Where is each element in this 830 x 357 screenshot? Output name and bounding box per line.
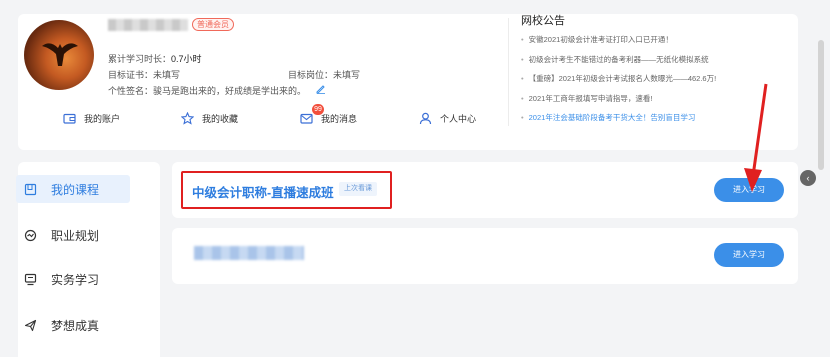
plane-icon [24,319,37,331]
monitor-icon [24,273,37,285]
scrollbar-thumb[interactable] [818,40,824,170]
last-viewed-tag: 上次看课 [339,182,377,196]
sidebar-item-label: 职业规划 [51,228,100,243]
target-post-value: 未填写 [333,70,361,80]
enter-study-button[interactable]: 进入学习 [714,243,784,267]
study-time-value: 0.7小时 [171,54,202,64]
account-link[interactable]: 我的账户 [63,111,120,125]
book-icon [24,183,37,195]
study-time-label: 累计学习时长： [108,54,172,64]
messages-link[interactable]: 99 我的消息 [300,104,358,125]
user-icon [419,112,432,124]
notice-item[interactable]: 2021年注会基础阶段备考干货大全！告别盲目学习 [521,110,716,130]
target-post-label: 目标岗位： [288,70,334,80]
mail-icon [300,113,313,124]
sidebar-item-practice[interactable]: 实务学习 [16,265,130,293]
account-link-label: 我的账户 [84,113,121,124]
messages-link-label: 我的消息 [321,113,358,124]
notice-item[interactable]: 【重磅】2021年初级会计考试报名人数曝光——462.6万! [521,71,717,91]
collapse-arrow-icon[interactable]: ‹ [800,170,816,186]
course-title-blurred[interactable] [194,246,304,260]
notice-divider [508,18,509,126]
target-cert-value: 未填写 [153,70,181,80]
edit-icon[interactable] [316,84,326,94]
favorites-link[interactable]: 我的收藏 [181,111,238,125]
notice-item[interactable]: 2021年工商年报填写申请指导，速看! [521,91,716,111]
notice-list: 安徽2021初级会计准考证打印入口已开通！ 初级会计考生不能错过的备考利器——无… [521,32,717,130]
favorites-link-label: 我的收藏 [202,113,239,124]
signature-label: 个性签名： [108,86,154,96]
notice-item[interactable]: 安徽2021初级会计准考证打印入口已开通！ [521,32,716,52]
notice-item[interactable]: 初级会计考生不能错过的备考利器——无纸化模拟系统 [521,52,716,72]
target-cert-label: 目标证书： [108,70,154,80]
sidebar-item-dream[interactable]: 梦想成真 [16,311,130,339]
sidebar-item-my-courses[interactable]: 我的课程 [16,175,130,203]
star-icon [181,111,194,125]
profile-center-link[interactable]: 个人中心 [419,111,476,125]
sidebar-item-career[interactable]: 职业规划 [16,221,130,249]
notice-title: 网校公告 [521,15,565,27]
compass-icon [24,229,37,241]
wallet-icon [63,113,76,124]
signature: 个性签名：骏马是跑出来的，好成绩是学出来的。 [108,84,306,97]
sidebar-item-label: 实务学习 [51,272,100,287]
enter-study-button[interactable]: 进入学习 [714,178,784,202]
member-badge: 普通会员 [192,18,234,31]
target-cert: 目标证书：未填写 [108,68,180,81]
course-title[interactable]: 中级会计职称-直播速成班 [192,182,334,201]
sidebar-item-label: 我的课程 [51,182,100,197]
signature-value: 骏马是跑出来的，好成绩是学出来的。 [153,86,307,96]
profile-center-link-label: 个人中心 [440,113,477,124]
target-post: 目标岗位：未填写 [288,68,360,81]
eagle-icon [42,43,78,66]
avatar[interactable] [24,20,94,90]
message-count-badge: 99 [312,104,324,115]
username-blurred [108,19,188,31]
sidebar-item-label: 梦想成真 [51,318,100,333]
study-time: 累计学习时长：0.7小时 [108,52,202,65]
